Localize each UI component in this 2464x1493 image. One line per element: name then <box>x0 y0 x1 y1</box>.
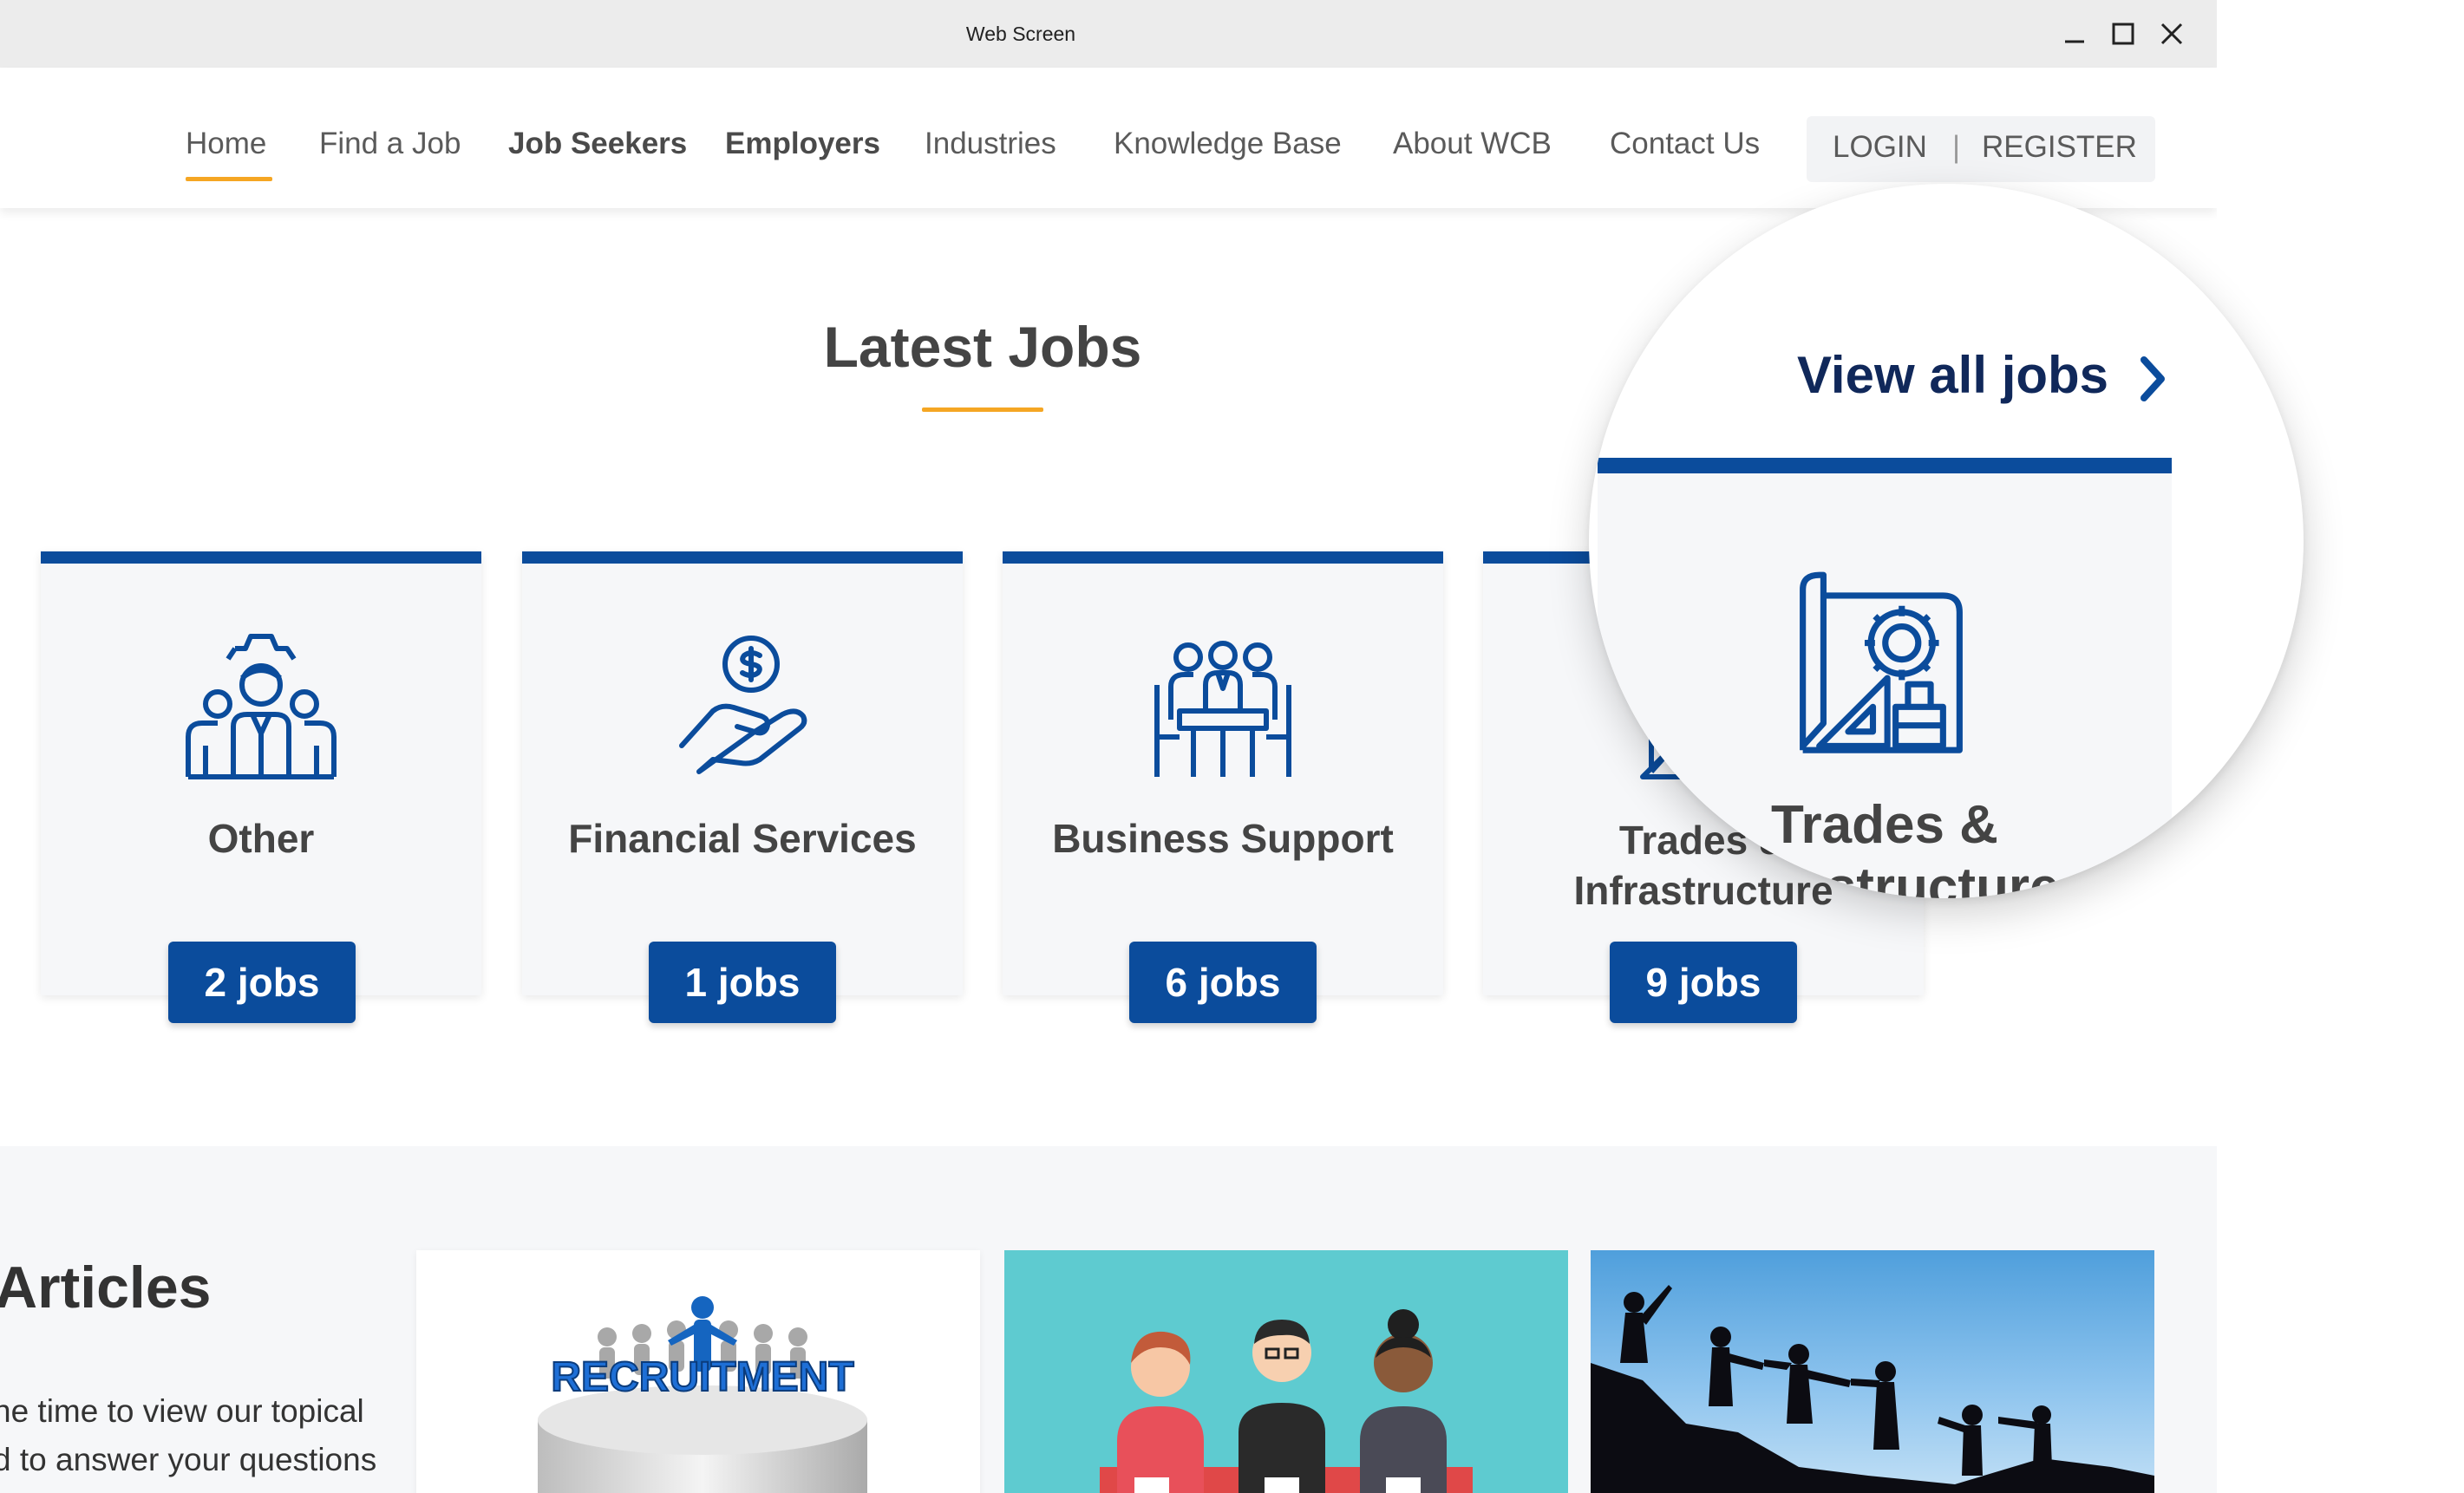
recruitment-illustration: RECRUITMENT <box>538 1296 867 1493</box>
nav-active-indicator <box>186 177 272 181</box>
minimize-icon[interactable] <box>2056 15 2094 53</box>
nav-employers[interactable]: Employers <box>725 127 880 161</box>
card-label: Financial Services <box>568 816 917 861</box>
zoomed-label-line2: Infrastructure <box>1709 857 2060 898</box>
auth-links: LOGIN | REGISTER <box>1807 116 2155 182</box>
view-all-jobs-link[interactable]: View all jobs <box>1797 345 2170 405</box>
nav-find-a-job[interactable]: Find a Job <box>319 127 461 161</box>
nav-knowledge-base[interactable]: Knowledge Base <box>1114 127 1342 161</box>
login-link[interactable]: LOGIN <box>1833 130 1927 165</box>
article-card-meeting[interactable] <box>1004 1250 1568 1493</box>
nav-industries[interactable]: Industries <box>925 127 1056 161</box>
articles-title: Articles <box>0 1255 212 1320</box>
maximize-icon[interactable] <box>2104 15 2142 53</box>
team-gear-icon <box>186 634 337 779</box>
nav-home[interactable]: Home <box>186 127 266 161</box>
nav-contact-us[interactable]: Contact Us <box>1610 127 1760 161</box>
zoomed-job-card[interactable]: Trades & Infrastructure <box>1598 458 2172 898</box>
articles-text-line1: ne time to view our topical <box>0 1393 364 1429</box>
zoomed-card-label: Trades & Infrastructure <box>1598 794 2172 898</box>
zoomed-label-line1: Trades & <box>1771 795 1998 855</box>
jobs-count-button[interactable]: 6 jobs <box>1129 942 1317 1023</box>
job-category-card[interactable]: Business Support <box>1003 551 1443 995</box>
articles-text-line2: d to answer your questions <box>0 1442 377 1477</box>
jobs-count-button[interactable]: 1 jobs <box>649 942 836 1023</box>
title-bar: Web Screen <box>0 0 2217 68</box>
recruitment-word: RECRUITMENT <box>551 1354 853 1400</box>
article-card-recruitment[interactable]: RECRUITMENT <box>416 1250 980 1493</box>
card-label: Business Support <box>1052 816 1394 861</box>
view-all-jobs-label: View all jobs <box>1797 346 2109 404</box>
close-icon[interactable] <box>2153 15 2191 53</box>
nav-about-wcb[interactable]: About WCB <box>1393 127 1552 161</box>
window-title: Web Screen <box>965 23 1076 45</box>
article-card-teamwork[interactable] <box>1591 1250 2154 1493</box>
job-category-card[interactable]: Financial Services <box>522 551 963 995</box>
nav-job-seekers[interactable]: Job Seekers <box>508 127 687 161</box>
hand-coin-icon <box>679 636 807 774</box>
blueprint-gear-icon <box>1800 571 1963 753</box>
jobs-count-button[interactable]: 9 jobs <box>1610 942 1797 1023</box>
climbers-silhouette-photo <box>1591 1285 2154 1493</box>
card-label: Other <box>207 816 315 861</box>
top-navigation: Home Find a Job Job Seekers Employers In… <box>0 68 2217 208</box>
chevron-right-icon <box>2140 356 2165 402</box>
title-underline <box>922 407 1043 412</box>
people-meeting-illustration <box>1100 1309 1473 1493</box>
auth-separator: | <box>1952 130 1961 164</box>
meeting-table-icon <box>1154 641 1291 777</box>
job-category-card[interactable]: Other <box>41 551 481 995</box>
articles-description: ne time to view our topical d to answer … <box>0 1387 376 1484</box>
jobs-count-button[interactable]: 2 jobs <box>168 942 356 1023</box>
register-link[interactable]: REGISTER <box>1982 130 2137 165</box>
magnifier-zoom: View all jobs Trades & Infrastructure <box>1589 184 2304 898</box>
